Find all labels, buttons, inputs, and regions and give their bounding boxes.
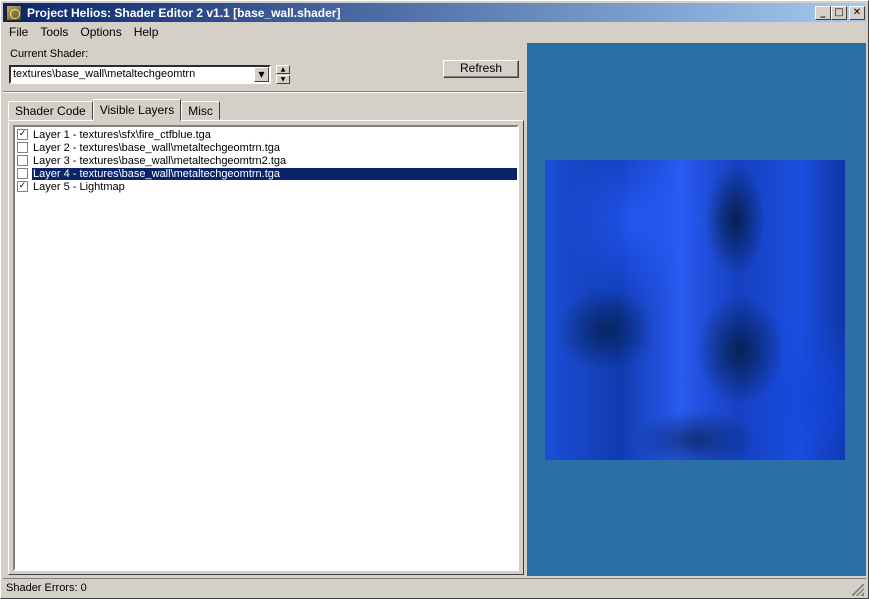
- menu-file[interactable]: File: [3, 23, 34, 41]
- layer-row[interactable]: Layer 2 - textures\base_wall\metaltechge…: [17, 141, 517, 154]
- tab-strip: Shader Code Visible Layers Misc: [8, 99, 220, 121]
- refresh-button[interactable]: Refresh: [443, 60, 519, 78]
- menu-options[interactable]: Options: [74, 23, 127, 41]
- layer-label: Layer 5 - Lightmap: [33, 180, 125, 193]
- layer-checkbox[interactable]: ✓: [17, 129, 28, 140]
- tab-misc[interactable]: Misc: [181, 101, 220, 120]
- title-bar[interactable]: Project Helios: Shader Editor 2 v1.1 [ba…: [3, 3, 866, 22]
- divider: [3, 91, 524, 93]
- status-bar: Shader Errors: 0: [3, 578, 866, 597]
- menu-bar: File Tools Options Help: [3, 23, 164, 41]
- layer-checkbox[interactable]: [17, 155, 28, 166]
- menu-help[interactable]: Help: [128, 23, 165, 41]
- close-button[interactable]: ✕: [849, 6, 865, 20]
- tab-panel: ✓ Layer 1 - textures\sfx\fire_ctfblue.tg…: [8, 120, 524, 575]
- menu-tools[interactable]: Tools: [34, 23, 74, 41]
- layer-list[interactable]: ✓ Layer 1 - textures\sfx\fire_ctfblue.tg…: [13, 125, 519, 571]
- layer-checkbox[interactable]: [17, 168, 28, 179]
- layer-row-selected[interactable]: Layer 4 - textures\base_wall\metaltechge…: [17, 166, 518, 181]
- layer-row[interactable]: Layer 3 - textures\base_wall\metaltechge…: [17, 154, 517, 167]
- tab-shader-code[interactable]: Shader Code: [8, 101, 93, 120]
- app-icon[interactable]: [6, 4, 22, 21]
- current-shader-label: Current Shader:: [10, 48, 89, 60]
- tab-visible-layers[interactable]: Visible Layers: [92, 99, 182, 121]
- current-shader-value: textures\base_wall\metaltechgeomtrn: [13, 68, 196, 80]
- maximize-button[interactable]: □: [831, 6, 847, 20]
- main-window: Project Helios: Shader Editor 2 v1.1 [ba…: [0, 0, 869, 599]
- layer-row[interactable]: ✓ Layer 1 - textures\sfx\fire_ctfblue.tg…: [17, 128, 517, 141]
- status-text: Shader Errors: 0: [6, 582, 87, 594]
- layer-checkbox[interactable]: ✓: [17, 181, 28, 192]
- layer-label: Layer 2 - textures\base_wall\metaltechge…: [33, 141, 281, 154]
- minimize-button[interactable]: _: [815, 6, 831, 20]
- window-title: Project Helios: Shader Editor 2 v1.1 [ba…: [27, 5, 341, 20]
- resize-grip-icon[interactable]: [852, 584, 864, 596]
- layer-label: Layer 4 - textures\base_wall\metaltechge…: [31, 166, 518, 181]
- shader-preview-panel[interactable]: [527, 43, 866, 576]
- spin-down-button[interactable]: ▼: [276, 75, 290, 84]
- layer-row[interactable]: ✓ Layer 5 - Lightmap: [17, 180, 517, 193]
- spin-up-button[interactable]: ▲: [276, 65, 290, 74]
- texture-preview: [545, 160, 845, 460]
- left-panel: Current Shader: textures\base_wall\metal…: [3, 43, 524, 576]
- layer-label: Layer 3 - textures\base_wall\metaltechge…: [33, 154, 287, 167]
- layer-checkbox[interactable]: [17, 142, 28, 153]
- chevron-down-icon[interactable]: ▼: [254, 67, 269, 82]
- current-shader-dropdown[interactable]: textures\base_wall\metaltechgeomtrn ▼: [9, 65, 271, 84]
- layer-label: Layer 1 - textures\sfx\fire_ctfblue.tga: [33, 128, 211, 141]
